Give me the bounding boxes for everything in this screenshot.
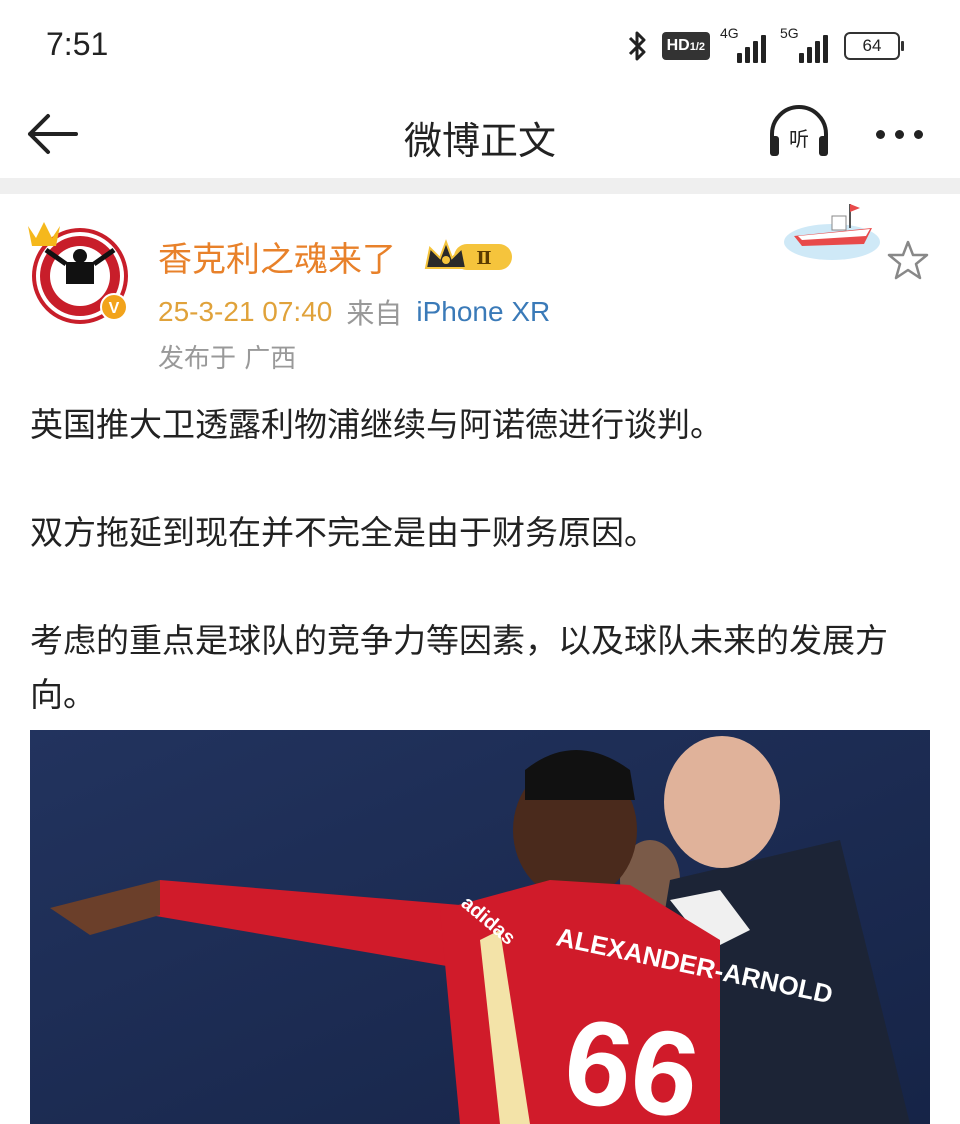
bluetooth-icon xyxy=(628,31,646,61)
post-body: 英国推大卫透露利物浦继续与阿诺德进行谈判。 双方拖延到现在并不完全是由于财务原因… xyxy=(30,398,930,776)
battery-indicator: 64 xyxy=(844,32,904,60)
favorite-star-icon[interactable] xyxy=(886,238,930,282)
vip-crown-badge-icon[interactable]: Ⅱ xyxy=(424,238,518,274)
status-bar: 7:51 HD1/2 4G 5G 64 xyxy=(0,0,960,90)
more-dot-icon xyxy=(895,129,904,139)
hd-voice-icon: HD1/2 xyxy=(661,32,710,60)
more-dot-icon xyxy=(876,129,885,139)
svg-text:V: V xyxy=(109,300,120,317)
post-paragraph: 考虑的重点是球队的竞争力等因素，以及球队未来的发展方向。 xyxy=(30,621,888,714)
signal-5g-icon: 5G xyxy=(780,25,834,63)
listen-label: 听 xyxy=(789,127,809,151)
source-prefix: 来自 xyxy=(346,297,403,330)
ship-decoration-icon xyxy=(784,204,880,260)
section-divider xyxy=(0,178,960,194)
author-avatar[interactable]: V xyxy=(26,212,130,324)
listen-headphones-button[interactable]: 听 xyxy=(766,102,832,162)
author-name[interactable]: 香克利之魂来了 xyxy=(158,232,396,281)
post-paragraph: 双方拖延到现在并不完全是由于财务原因。 xyxy=(30,513,657,552)
status-icons: HD1/2 4G 5G 64 xyxy=(622,25,904,64)
post-paragraph: 英国推大卫透露利物浦继续与阿诺德进行谈判。 xyxy=(30,405,723,444)
top-nav-bar: 微博正文 听 xyxy=(0,90,960,180)
post-location: 发布于 广西 xyxy=(158,344,297,374)
post-timestamp: 25-3-21 07:40 xyxy=(158,296,333,327)
post-photo[interactable]: ALEXANDER-ARNOLD 66 adidas xyxy=(30,730,930,1124)
vip-level: Ⅱ xyxy=(476,248,491,269)
status-time: 7:51 xyxy=(46,26,109,62)
source-device-link[interactable]: iPhone XR xyxy=(416,296,550,328)
post-meta: 25-3-21 07:40 来自 iPhone XR xyxy=(158,292,550,332)
more-dot-icon xyxy=(914,129,923,139)
signal-4g-icon: 4G xyxy=(720,25,770,63)
jersey-number: 66 xyxy=(556,993,707,1124)
more-options-button[interactable] xyxy=(876,114,936,154)
